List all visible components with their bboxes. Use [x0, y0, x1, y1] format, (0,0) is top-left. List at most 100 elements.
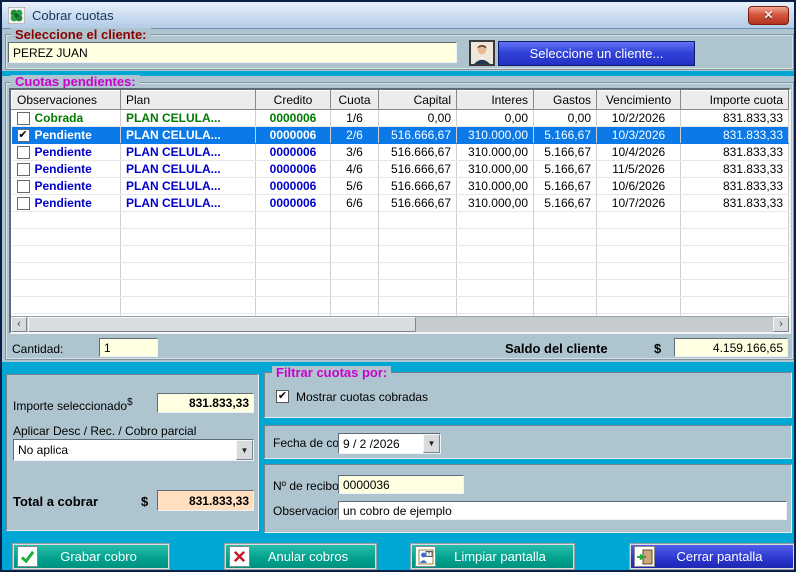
cerrar-pantalla-button[interactable]: Cerrar pantalla — [629, 543, 795, 570]
table-cell: 516.666,67 — [379, 127, 457, 144]
anular-cobros-button[interactable]: Anular cobros — [224, 543, 377, 570]
recibo-label: Nº de recibo: — [273, 479, 342, 493]
red-x-icon — [229, 546, 250, 567]
table-cell: 10/3/2026 — [597, 127, 681, 144]
col-gastos[interactable]: Gastos — [534, 91, 597, 110]
row-checkbox[interactable] — [17, 112, 30, 125]
fecha-panel: Fecha de cobro: 9 / 2 /2026 ▼ — [264, 425, 792, 459]
cuotas-legend: Cuotas pendientes: — [11, 75, 140, 88]
window-title: Cobrar cuotas — [32, 8, 114, 23]
row-status: Pendiente — [35, 196, 92, 210]
ajuste-value: No aplica — [14, 443, 236, 457]
table-row[interactable]: CobradaPLAN CELULA...00000061/60,000,000… — [12, 110, 789, 127]
table-cell: 0000006 — [256, 110, 331, 127]
row-checkbox[interactable] — [17, 163, 30, 176]
fecha-cobro-value: 9 / 2 /2026 — [339, 437, 423, 451]
table-header-row: Observaciones Plan Credito Cuota Capital… — [12, 91, 789, 110]
limpiar-pantalla-label: Limpiar pantalla — [436, 549, 574, 564]
scroll-left-button[interactable]: ‹ — [11, 317, 27, 332]
table-cell: 2/6 — [331, 127, 379, 144]
table-cell: 0000006 — [256, 161, 331, 178]
row-status: Cobrada — [35, 111, 84, 125]
select-client-button[interactable]: Seleccione un cliente... — [498, 41, 695, 66]
total-currency: $ — [141, 494, 148, 509]
table-row[interactable]: PendientePLAN CELULA...00000063/6516.666… — [12, 144, 789, 161]
table-row[interactable]: PendientePLAN CELULA...00000065/6516.666… — [12, 178, 789, 195]
scroll-right-button[interactable]: › — [773, 317, 789, 332]
observaciones-field[interactable] — [338, 501, 787, 520]
total-label: Total a cobrar — [13, 494, 98, 509]
table-row[interactable]: PendientePLAN CELULA...00000066/6516.666… — [12, 195, 789, 212]
select-client-label: Seleccione un cliente... — [530, 46, 664, 61]
client-photo-icon — [469, 40, 495, 66]
exit-door-icon — [634, 546, 655, 567]
table-cell: 310.000,00 — [457, 161, 534, 178]
clear-screen-icon: T — [415, 546, 436, 567]
check-icon — [17, 546, 38, 567]
row-checkbox[interactable]: ✔ — [17, 129, 30, 142]
table-cell: 310.000,00 — [457, 178, 534, 195]
svg-text:T: T — [427, 552, 430, 558]
table-cell: PLAN CELULA... — [121, 127, 256, 144]
horizontal-scrollbar[interactable]: ‹ › — [11, 316, 789, 332]
col-capital[interactable]: Capital — [379, 91, 457, 110]
col-observaciones[interactable]: Observaciones — [12, 91, 121, 110]
client-name-input[interactable] — [8, 42, 457, 63]
table-cell: 831.833,33 — [681, 195, 789, 212]
filtrar-legend: Filtrar cuotas por: — [272, 366, 391, 379]
row-status: Pendiente — [35, 128, 92, 142]
table-cell: 5/6 — [331, 178, 379, 195]
col-credito[interactable]: Credito — [256, 91, 331, 110]
col-interes[interactable]: Interes — [457, 91, 534, 110]
limpiar-pantalla-button[interactable]: T Limpiar pantalla — [410, 543, 575, 570]
mostrar-cobradas-checkbox[interactable]: ✔ — [276, 390, 289, 403]
fecha-cobro-combobox[interactable]: 9 / 2 /2026 ▼ — [338, 433, 441, 454]
table-cell: 831.833,33 — [681, 161, 789, 178]
table-cell: 0000006 — [256, 178, 331, 195]
table-cell: 310.000,00 — [457, 144, 534, 161]
table-cell: PLAN CELULA... — [121, 195, 256, 212]
table-row[interactable]: ✔ Pendiente PLAN CELULA...00000062/6516.66… — [12, 127, 789, 144]
table-cell: 516.666,67 — [379, 178, 457, 195]
importe-currency: $ — [127, 397, 133, 408]
recibo-field[interactable] — [338, 475, 464, 494]
table-cell: 10/2/2026 — [597, 110, 681, 127]
saldo-field — [674, 338, 788, 357]
cantidad-label: Cantidad: — [12, 342, 63, 356]
cantidad-field[interactable] — [99, 338, 158, 357]
table-cell: 4/6 — [331, 161, 379, 178]
col-plan[interactable]: Plan — [121, 91, 256, 110]
anular-cobros-label: Anular cobros — [250, 549, 376, 564]
table-cell: 0,00 — [457, 110, 534, 127]
row-checkbox[interactable] — [17, 146, 30, 159]
empty-row — [12, 263, 789, 280]
table-cell: 516.666,67 — [379, 144, 457, 161]
row-checkbox[interactable] — [17, 197, 30, 210]
ajuste-dropdown-arrow-icon[interactable]: ▼ — [236, 440, 253, 460]
saldo-currency: $ — [654, 341, 661, 356]
table-cell: 5.166,67 — [534, 178, 597, 195]
table-cell: 10/7/2026 — [597, 195, 681, 212]
close-button[interactable]: ✕ — [748, 6, 789, 25]
scrollbar-thumb[interactable] — [28, 317, 416, 332]
col-importe-cuota[interactable]: Importe cuota — [681, 91, 789, 110]
importe-seleccionado-label: Importe seleccionado$ — [13, 397, 133, 413]
col-cuota[interactable]: Cuota — [331, 91, 379, 110]
col-vencimiento[interactable]: Vencimiento — [597, 91, 681, 110]
table-row[interactable]: PendientePLAN CELULA...00000064/6516.666… — [12, 161, 789, 178]
empty-row — [12, 280, 789, 297]
payment-panel: Importe seleccionado$ Aplicar Desc / Rec… — [6, 374, 259, 531]
table-cell: 10/6/2026 — [597, 178, 681, 195]
grabar-cobro-button[interactable]: Grabar cobro — [12, 543, 170, 570]
table-cell: 516.666,67 — [379, 161, 457, 178]
table-cell: PLAN CELULA... — [121, 161, 256, 178]
ajuste-combobox[interactable]: No aplica ▼ — [13, 439, 254, 461]
fecha-dropdown-arrow-icon[interactable]: ▼ — [423, 434, 440, 453]
cobrar-cuotas-window: Cobrar cuotas ✕ Seleccione el cliente: S… — [0, 0, 796, 572]
table-cell: 0000006 — [256, 127, 331, 144]
titlebar: Cobrar cuotas ✕ — [2, 2, 794, 29]
grabar-cobro-label: Grabar cobro — [38, 549, 169, 564]
empty-row — [12, 246, 789, 263]
row-checkbox[interactable] — [17, 180, 30, 193]
table-cell: 5.166,67 — [534, 127, 597, 144]
